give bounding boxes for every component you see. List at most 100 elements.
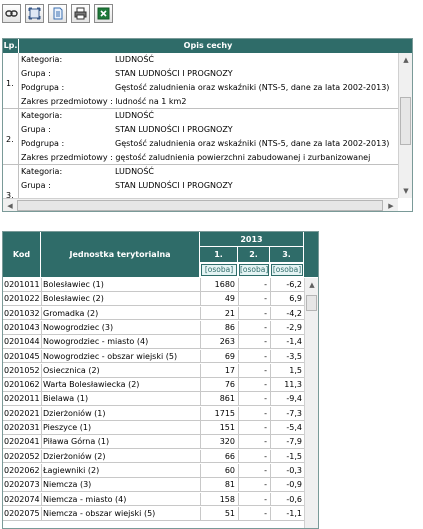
- scroll-right-arrow-icon[interactable]: ▶: [384, 199, 398, 211]
- cell-kod: 0202074: [4, 494, 40, 504]
- zakres-przedmiotowy: Zakres przedmiotowy : ludność na 1 km2: [21, 97, 187, 106]
- cell-jednostka: Dzierżoniów (2): [41, 449, 199, 463]
- feature-panel-vertical-scrollbar[interactable]: ▲ ▼: [398, 53, 412, 198]
- scroll-thumb[interactable]: [400, 97, 411, 145]
- fit-button[interactable]: [25, 4, 44, 23]
- cell-col-3: -3,5: [270, 349, 304, 363]
- cell-col-2: -: [238, 392, 269, 406]
- cell-kod: 0201043: [4, 322, 40, 332]
- cell-col-2: -: [238, 349, 269, 363]
- cell-jednostka: Łagiewniki (2): [41, 463, 199, 477]
- header-col-3[interactable]: 3.: [270, 247, 304, 263]
- cell-col-2: -: [238, 435, 269, 449]
- cell-jednostka: Niemcza (3): [41, 478, 199, 492]
- cell-col-3: -0,3: [270, 463, 304, 477]
- cell-col-1: 76: [200, 378, 237, 392]
- table-row[interactable]: 0202075 Niemcza - obszar wiejski (5) 51- -1…: [3, 506, 304, 521]
- table-row[interactable]: 0201052 Osiecznica (2) 17-1,5: [3, 363, 304, 378]
- cell-col-3: -1,5: [270, 449, 304, 463]
- print-button[interactable]: [71, 4, 90, 23]
- scroll-left-arrow-icon[interactable]: ◀: [3, 199, 17, 211]
- cell-col-1: 66: [200, 449, 237, 463]
- table-row[interactable]: 0201022 Bolesławiec (2) 49-6,9: [3, 292, 304, 307]
- cell-jednostka: Bolesławiec (1): [41, 278, 199, 291]
- cell-col-3: -4,2: [270, 306, 304, 320]
- table-row[interactable]: 0201045 Nowogrodziec - obszar wiejski (5)…: [3, 349, 304, 364]
- scroll-up-arrow-icon[interactable]: ▲: [305, 278, 318, 292]
- cell-col-2: -: [238, 306, 269, 320]
- header-col-2[interactable]: 2.: [238, 247, 270, 263]
- cell-col-1: 81: [200, 478, 237, 492]
- feature-record: 3. Kategoria: LUDNOŚĆ Grupa : STAN LUDNO…: [3, 165, 398, 198]
- excel-export-icon: [97, 7, 110, 20]
- excel-export-button[interactable]: [94, 4, 113, 23]
- cell-col-2: -: [238, 406, 269, 420]
- podgrupa-value: Gęstość zaludnienia oraz wskaźniki (NTS-…: [115, 83, 390, 92]
- unit-col-1: [osoba]: [201, 264, 237, 276]
- cell-col-3: -6,2: [270, 278, 304, 291]
- table-row[interactable]: 0202062 Łagiewniki (2) 60- -0,3: [3, 463, 304, 478]
- grupa-value: STAN LUDNOŚCI I PROGNOZY: [115, 69, 233, 78]
- cell-col-2: -: [238, 320, 269, 334]
- cell-col-1: 1680: [200, 278, 237, 291]
- table-row[interactable]: 0201044 Nowogrodziec - miasto (4) 263- -1,4: [3, 335, 304, 350]
- table-row[interactable]: 0202031 Pieszyce (1) 151- -5,4: [3, 421, 304, 435]
- cell-col-1: 263: [200, 335, 237, 349]
- cell-col-1: 320: [200, 435, 237, 449]
- cell-kod: 0201052: [4, 365, 40, 375]
- table-row[interactable]: 0202073 Niemcza (3) 81- -0,9: [3, 478, 304, 493]
- cell-col-3: -7,9: [270, 435, 304, 449]
- cell-col-3: -5,4: [270, 421, 304, 434]
- table-row[interactable]: 0201062 Warta Bolesławiecka (2) 76-11,3: [3, 378, 304, 392]
- cell-col-2: -: [238, 506, 269, 520]
- header-year: 2013: [200, 232, 304, 247]
- grupa-label: Grupa :: [21, 125, 51, 134]
- table-row[interactable]: 0202041 Piława Górna (1) 320- -7,9: [3, 435, 304, 450]
- scroll-down-arrow-icon[interactable]: ▼: [399, 184, 412, 198]
- grupa-label: Grupa :: [21, 181, 51, 190]
- cell-jednostka: Warta Bolesławiecka (2): [41, 378, 199, 392]
- cell-col-2: -: [238, 492, 269, 506]
- kategoria-value: LUDNOŚĆ: [115, 111, 155, 120]
- cell-kod: 0202021: [4, 408, 40, 418]
- scroll-up-arrow-icon[interactable]: ▲: [399, 53, 412, 67]
- unit-col-3: [osoba]: [271, 264, 303, 276]
- cell-kod: 0201045: [4, 351, 40, 361]
- cell-col-3: -9,4: [270, 392, 304, 406]
- header-kod[interactable]: Kod: [3, 232, 41, 278]
- cell-kod: 0201062: [4, 380, 40, 390]
- record-number: 2.: [6, 135, 14, 144]
- scroll-thumb[interactable]: [17, 200, 383, 211]
- cell-col-2: -: [238, 335, 269, 349]
- feature-description-panel: Lp. Opis cechy 1. Kategoria: LUDNOŚĆ Gru…: [2, 38, 413, 212]
- scroll-thumb[interactable]: [306, 295, 317, 311]
- table-row[interactable]: 0201032 Gromadka (2) 21- -4,2: [3, 306, 304, 321]
- cell-col-1: 1715: [200, 406, 237, 420]
- cell-jednostka: Nowogrodziec (3): [41, 320, 199, 334]
- table-row[interactable]: 0202074 Niemcza - miasto (4) 158- -0,6: [3, 492, 304, 507]
- table-row[interactable]: 0201011 Bolesławiec (1) 1680- -6,2: [3, 278, 304, 292]
- header-col-1[interactable]: 1.: [200, 247, 238, 263]
- cell-col-3: -1,4: [270, 335, 304, 349]
- feature-panel-horizontal-scrollbar[interactable]: ◀ ▶: [3, 198, 398, 211]
- link-button[interactable]: [2, 4, 21, 23]
- header-jednostka-terytorialna[interactable]: Jednostka terytorialna: [41, 232, 200, 278]
- grupa-value: STAN LUDNOŚCI I PROGNOZY: [115, 181, 233, 190]
- feature-record: 2. Kategoria: LUDNOŚĆ Grupa : STAN LUDNO…: [3, 109, 398, 165]
- table-row[interactable]: 0202052 Dzierżoniów (2) 66- -1,5: [3, 449, 304, 464]
- podgrupa-label: Podgrupa :: [21, 83, 65, 92]
- cell-col-1: 51: [200, 506, 237, 520]
- table-vertical-scrollbar[interactable]: ▲: [304, 278, 318, 528]
- table-row[interactable]: 0202011 Bielawa (1) 861- -9,4: [3, 392, 304, 407]
- cell-kod: 0202052: [4, 451, 40, 461]
- table-row[interactable]: 0201043 Nowogrodziec (3) 86- -2,9: [3, 320, 304, 335]
- toolbar: [2, 4, 113, 24]
- cell-col-1: 861: [200, 392, 237, 406]
- cell-kod: 0202041: [4, 437, 40, 447]
- kategoria-label: Kategoria:: [21, 111, 63, 120]
- cell-jednostka: Piława Górna (1): [41, 435, 199, 449]
- cell-col-3: -0,6: [270, 492, 304, 506]
- document-button[interactable]: [48, 4, 67, 23]
- grupa-value: STAN LUDNOŚCI I PROGNOZY: [115, 125, 233, 134]
- table-row[interactable]: 0202021 Dzierżoniów (1) 1715- -7,3: [3, 406, 304, 421]
